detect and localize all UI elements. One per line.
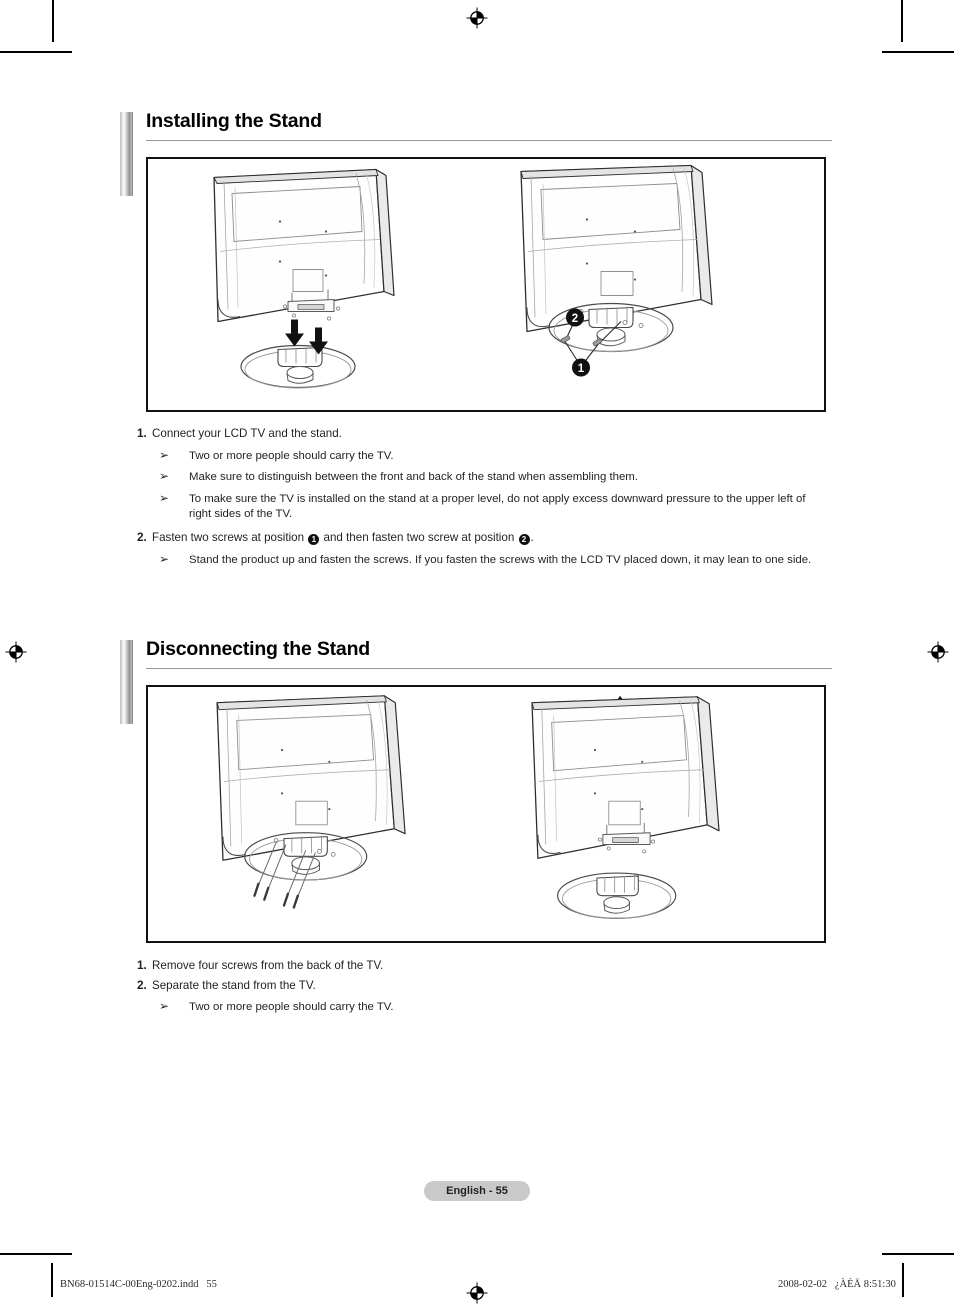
page-title: Disconnecting the Stand (146, 638, 371, 660)
sub-bullet-icon: ➢ (159, 999, 170, 1014)
section-header: Disconnecting the Stand (120, 638, 835, 724)
step-text: Fasten two screws at position 1 and then… (152, 530, 837, 546)
illustration-tv-above-stand (188, 159, 498, 410)
section-disconnecting-the-stand: Disconnecting the Stand (120, 638, 835, 943)
sub-bullet-icon: ➢ (159, 469, 170, 484)
slug-divider-left (51, 1263, 53, 1297)
crop-mark-bottom-left-horizontal (0, 1253, 72, 1255)
step-item: 1. Connect your LCD TV and the stand. (137, 426, 837, 442)
print-slug-filename: BN68-01514C-00Eng-0202.indd 55 (60, 1279, 217, 1290)
registration-mark-left (4, 640, 28, 664)
sub-note-text: Two or more people should carry the TV. (189, 449, 394, 462)
step-text: Connect your LCD TV and the stand. (152, 427, 342, 440)
step-text: Remove four screws from the back of the … (152, 959, 384, 972)
section-installing-the-stand: Installing the Stand 2 1 (120, 110, 835, 412)
step-item: 1. Remove four screws from the back of t… (137, 958, 837, 974)
crop-mark-bottom-right-horizontal (882, 1253, 954, 1255)
sub-note-text: Stand the product up and fasten the scre… (189, 553, 812, 566)
crop-mark-top-right-vertical (901, 0, 903, 42)
step-number: 2. (137, 977, 147, 992)
sub-bullet-icon: ➢ (159, 447, 170, 462)
callout-badge-2: 2 (566, 308, 584, 327)
steps-disconnecting-the-stand: 1. Remove four screws from the back of t… (137, 958, 837, 1019)
illustration-lifting-tv-off-stand (508, 687, 808, 941)
step-text-after: . (530, 530, 534, 544)
sub-bullet-icon: ➢ (159, 491, 170, 506)
step-item: 2. Separate the stand from the TV. (137, 978, 837, 994)
figure-installing-the-stand: 2 1 (146, 157, 826, 412)
sub-note: ➢ To make sure the TV is installed on th… (137, 491, 837, 522)
page-title: Installing the Stand (146, 110, 322, 132)
sub-note-text: Make sure to distinguish between the fro… (189, 471, 638, 484)
sub-note: ➢ Two or more people should carry the TV… (137, 447, 837, 464)
registration-mark-right (926, 640, 950, 664)
page-number-badge: English - 55 (424, 1181, 530, 1201)
sub-bullet-icon: ➢ (159, 551, 170, 566)
svg-text:1: 1 (578, 363, 585, 375)
heading-accent-bar (120, 112, 133, 196)
crop-mark-top-left-vertical (52, 0, 54, 42)
page-canvas: Installing the Stand 2 1 1. Connect your… (0, 0, 954, 1304)
callout-badge-1: 1 (572, 358, 590, 377)
heading-accent-bar (120, 640, 133, 724)
step-text-middle: and then fasten two screw at position (320, 530, 518, 544)
step-number: 2. (137, 529, 147, 544)
sub-note-text: To make sure the TV is installed on the … (189, 493, 806, 521)
sub-note-text: Two or more people should carry the TV. (189, 1001, 394, 1014)
step-number: 1. (137, 958, 147, 972)
crop-mark-top-right-horizontal (882, 51, 954, 53)
print-slug-timestamp: 2008-02-02 ¿ÀÈÄ 8:51:30 (778, 1279, 896, 1290)
heading-rule (146, 140, 832, 141)
steps-installing-the-stand: 1. Connect your LCD TV and the stand. ➢ … (137, 426, 837, 571)
heading-rule (146, 668, 832, 669)
crop-mark-top-left-horizontal (0, 51, 72, 53)
illustration-tv-with-screw-callouts: 2 1 (503, 159, 808, 410)
step-number: 1. (137, 426, 147, 440)
illustration-removing-screws (193, 687, 503, 941)
step-text: Separate the stand from the TV. (152, 978, 316, 992)
registration-mark-bottom (465, 1281, 489, 1305)
sub-note: ➢ Two or more people should carry the TV… (137, 999, 837, 1015)
inline-badge-1: 1 (308, 533, 320, 545)
figure-disconnecting-the-stand (146, 685, 826, 943)
sub-note: ➢ Stand the product up and fasten the sc… (137, 551, 837, 568)
svg-text:2: 2 (572, 313, 578, 325)
sub-note: ➢ Make sure to distinguish between the f… (137, 469, 837, 485)
step-item: 2. Fasten two screws at position 1 and t… (137, 530, 837, 546)
inline-badge-2: 2 (518, 533, 530, 545)
registration-mark-top (465, 6, 489, 30)
section-header: Installing the Stand (120, 110, 835, 196)
slug-divider-right (902, 1263, 904, 1297)
step-text-before: Fasten two screws at position (152, 530, 308, 544)
